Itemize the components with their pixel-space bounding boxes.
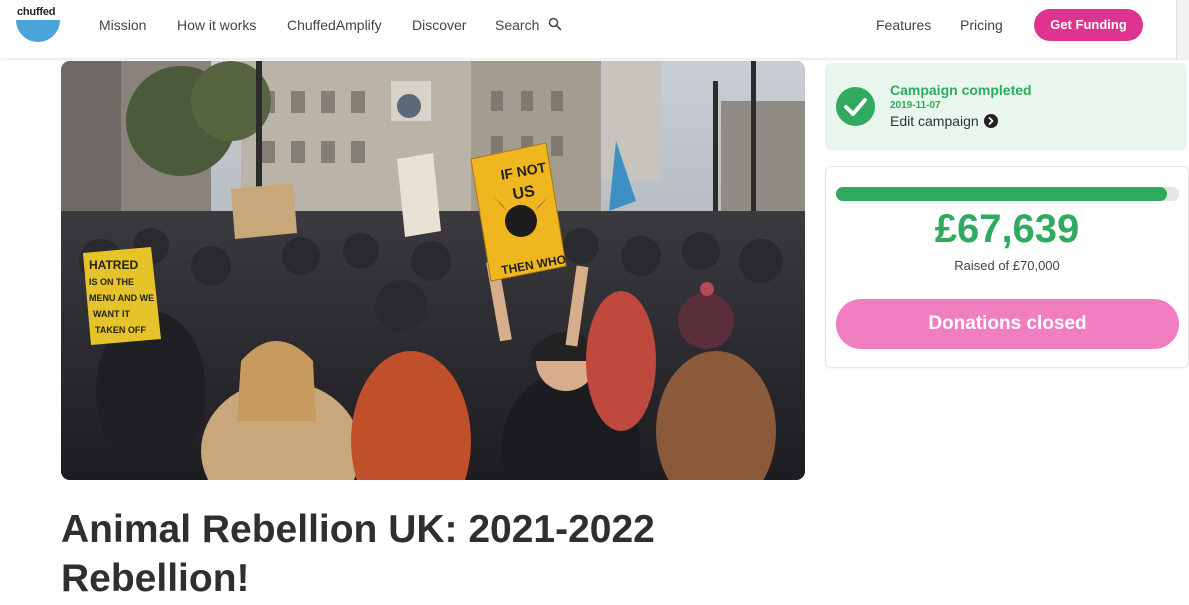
donations-closed-button[interactable]: Donations closed (836, 299, 1179, 349)
campaign-title: Animal Rebellion UK: 2021-2022 Rebellion… (61, 508, 655, 600)
campaign-hero-image: IF NOT US THEN WHO HATRED IS ON THE MENU… (61, 61, 805, 480)
nav-mission[interactable]: Mission (99, 17, 146, 33)
funding-card: £67,639 Raised of £70,000 Donations clos… (825, 166, 1189, 368)
amount-raised: £67,639 (934, 207, 1080, 251)
sign2-line2: IS ON THE (89, 277, 134, 287)
top-navigation-bar: chuffed Mission How it works ChuffedAmpl… (0, 0, 1189, 60)
get-funding-button[interactable]: Get Funding (1034, 9, 1143, 41)
status-date: 2019-11-07 (890, 100, 941, 111)
nav-discover[interactable]: Discover (412, 17, 466, 33)
edit-campaign-label: Edit campaign (890, 113, 979, 129)
nav-chuffedamplify[interactable]: ChuffedAmplify (287, 17, 382, 33)
funding-goal-label: Raised of £70,000 (954, 258, 1060, 273)
nav-pricing[interactable]: Pricing (960, 17, 1003, 33)
sign2-line1: HATRED (89, 258, 138, 272)
campaign-status-card: Campaign completed 2019-11-07 Edit campa… (825, 63, 1187, 150)
nav-search[interactable]: Search (495, 17, 539, 33)
page-scrollbar[interactable] (1176, 0, 1189, 60)
search-icon[interactable] (548, 17, 562, 31)
sign2-line5: TAKEN OFF (95, 325, 146, 335)
check-circle-icon (836, 87, 875, 126)
logo-text: chuffed (17, 6, 56, 18)
logo-bowl-icon (16, 20, 60, 42)
nav-how-it-works[interactable]: How it works (177, 17, 256, 33)
status-title: Campaign completed (890, 82, 1032, 98)
edit-campaign-link[interactable]: Edit campaign (890, 113, 998, 129)
arrow-right-circle-icon (983, 114, 998, 128)
funding-progress-fill (836, 187, 1168, 201)
funding-progress-bar (836, 187, 1179, 201)
sign2-line3: MENU AND WE (89, 293, 154, 303)
nav-features[interactable]: Features (876, 17, 931, 33)
chuffed-logo[interactable]: chuffed (16, 6, 62, 44)
sign2-line4: WANT IT (93, 309, 130, 319)
protest-sign-hatred: HATRED IS ON THE MENU AND WE WANT IT TAK… (83, 247, 161, 345)
